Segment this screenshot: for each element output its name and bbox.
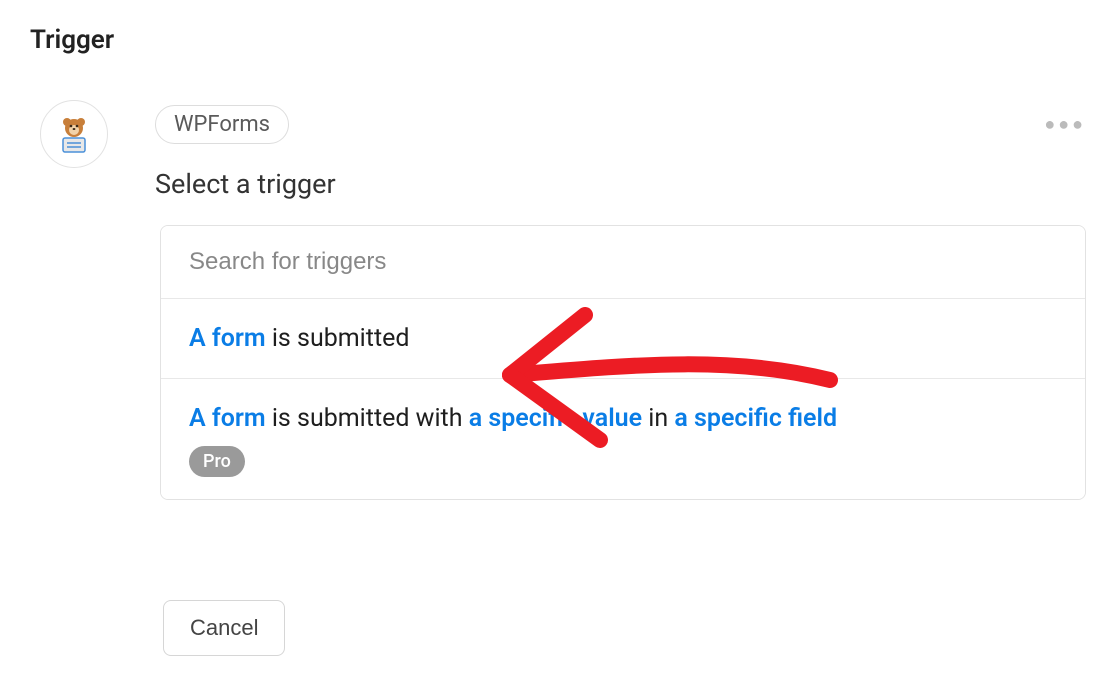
integration-badge[interactable]: WPForms xyxy=(155,105,289,144)
trigger-option-form-submitted[interactable]: A form is submitted xyxy=(161,299,1085,379)
search-input[interactable] xyxy=(189,248,1057,276)
trigger-highlight: a specific value xyxy=(469,404,642,433)
trigger-panel: A form is submitted A form is submitted … xyxy=(160,225,1086,500)
trigger-highlight: A form xyxy=(189,404,266,433)
search-row xyxy=(161,226,1085,299)
page-title: Trigger xyxy=(30,25,114,55)
more-options-icon[interactable]: ●●● xyxy=(1044,114,1086,135)
wpforms-bear-icon xyxy=(54,114,94,154)
trigger-text: is submitted with xyxy=(266,404,469,433)
header-row: WPForms ●●● xyxy=(155,105,1086,144)
pro-badge: Pro xyxy=(189,446,245,477)
app-icon xyxy=(40,100,108,168)
cancel-button[interactable]: Cancel xyxy=(163,600,285,656)
trigger-text: in xyxy=(642,404,674,433)
trigger-highlight: A form xyxy=(189,324,266,353)
section-subtitle: Select a trigger xyxy=(155,168,336,200)
trigger-highlight: a specific field xyxy=(674,404,837,433)
trigger-option-form-specific-value[interactable]: A form is submitted with a specific valu… xyxy=(161,379,1085,499)
trigger-text: is submitted xyxy=(266,324,410,353)
